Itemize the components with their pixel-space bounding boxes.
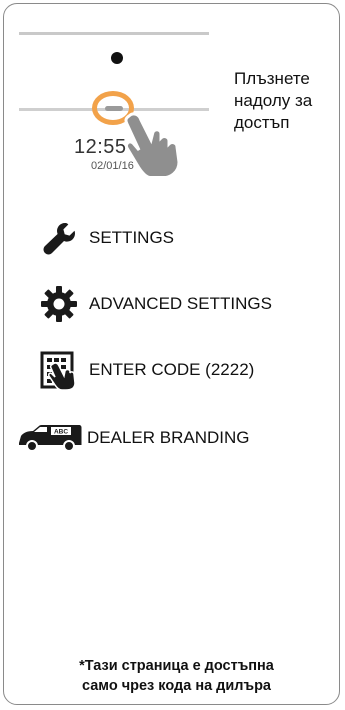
enter-code-item[interactable]: ENTER CODE (2222) — [29, 350, 254, 390]
wrench-icon — [29, 218, 89, 258]
enter-code-label: ENTER CODE (2222) — [89, 360, 255, 379]
swipe-hint-text: Плъзнете надолу за достъп — [234, 69, 313, 132]
van-icon: ABC — [12, 418, 87, 458]
dealer-code-footnote: *Тази страница е достъпна само чрез кода… — [24, 656, 329, 696]
settings-item[interactable]: SETTINGS — [29, 218, 174, 258]
dealer-branding-item[interactable]: ABC DEALER BRANDING — [12, 418, 249, 458]
advanced-settings-label: ADVANCED SETTINGS — [89, 294, 272, 313]
keypad-hand-icon — [29, 350, 89, 390]
status-bar-line — [19, 32, 209, 35]
footnote-line-1: *Тази страница е достъпна — [79, 658, 274, 674]
footnote-line-2: само чрез кода на дилъра — [81, 678, 271, 694]
pull-tab — [105, 106, 123, 111]
hand-pointer-icon — [124, 112, 181, 176]
van-badge-text: ABC — [53, 429, 67, 436]
dealer-branding-label: DEALER BRANDING — [87, 428, 250, 447]
camera-dot — [111, 52, 123, 64]
preview-time: 12:55 — [74, 136, 127, 158]
advanced-settings-item[interactable]: ADVANCED SETTINGS — [29, 284, 272, 324]
swipe-down-preview: 12:55 02/01/16 — [19, 26, 209, 176]
gear-icon — [29, 284, 89, 324]
help-card: 12:55 02/01/16 Плъзнете надолу за достъп… — [3, 3, 340, 705]
settings-label: SETTINGS — [89, 228, 175, 247]
